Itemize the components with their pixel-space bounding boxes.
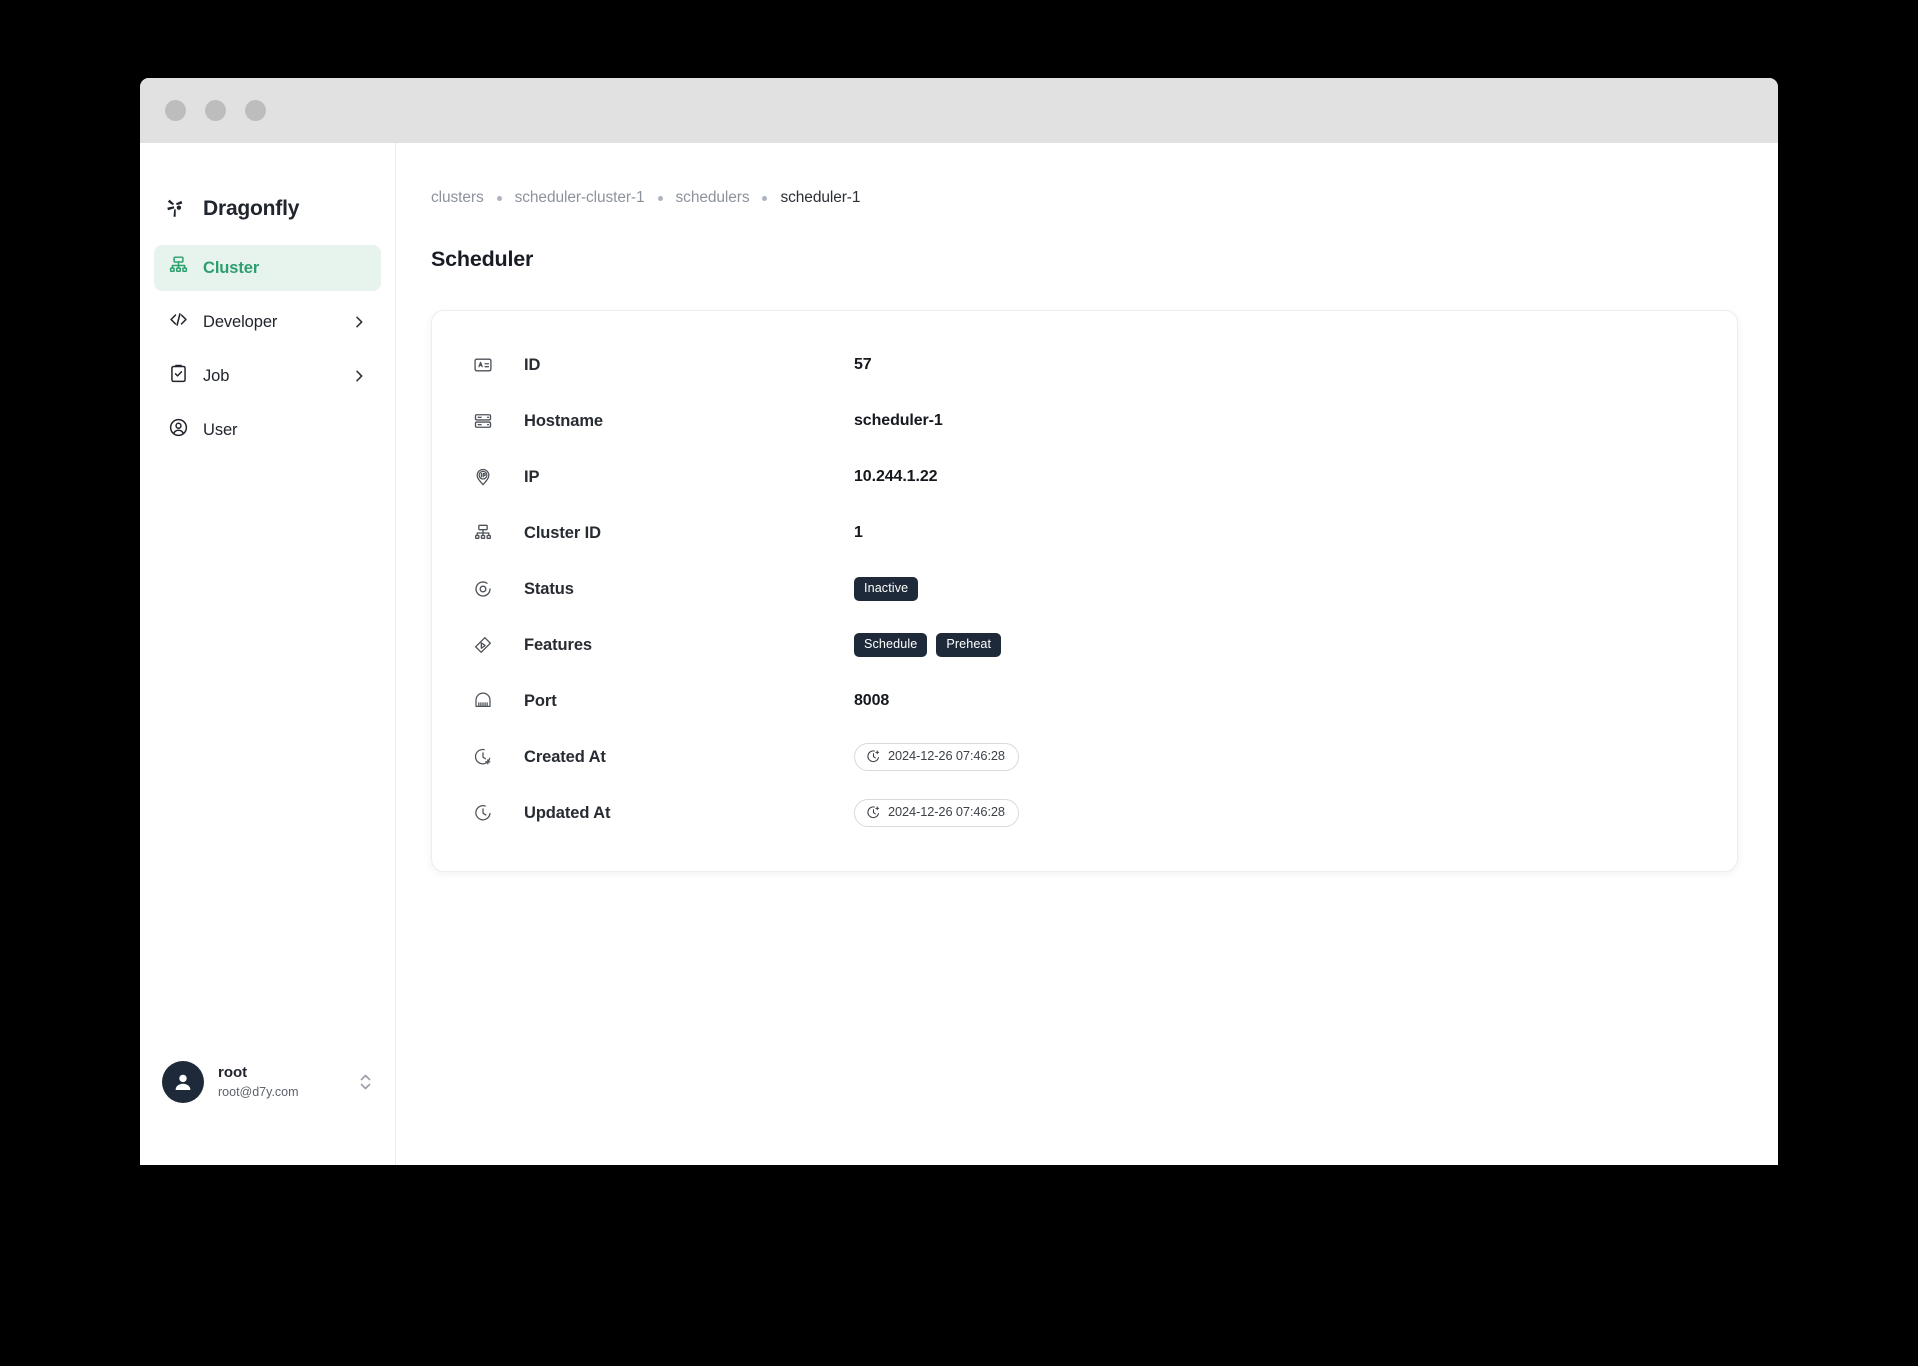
id-card-icon [470, 355, 496, 375]
detail-label: Hostname [524, 411, 603, 430]
breadcrumb-separator [657, 195, 663, 201]
zoom-button[interactable] [245, 100, 266, 121]
sidebar-item-cluster[interactable]: Cluster [154, 245, 381, 291]
ip-pin-icon [470, 467, 496, 487]
detail-value: Inactive [854, 577, 919, 601]
sidebar-item-job[interactable]: Job [154, 353, 381, 399]
chevron-right-icon[interactable] [351, 314, 367, 330]
detail-value: 1 [854, 524, 863, 541]
detail-row-ip: IP 10.244.1.22 [432, 449, 1737, 505]
clock-plus-icon [470, 747, 496, 767]
page-title: Scheduler [431, 247, 534, 271]
breadcrumb: clusters scheduler-cluster-1 schedulers … [431, 187, 1738, 209]
detail-label: Cluster ID [524, 523, 601, 542]
user-meta: root root@d7y.com [218, 1063, 344, 1100]
detail-row-cluster-id: Cluster ID 1 [432, 505, 1737, 561]
brand-name: Dragonfly [203, 197, 300, 220]
close-button[interactable] [165, 100, 186, 121]
breadcrumb-separator [496, 195, 502, 201]
detail-label: Created At [524, 747, 606, 766]
status-badge: Inactive [854, 577, 919, 601]
breadcrumb-item-schedulers[interactable]: schedulers [676, 189, 750, 207]
main-content: clusters scheduler-cluster-1 schedulers … [396, 143, 1778, 1165]
clock-icon [470, 803, 496, 823]
detail-row-hostname: Hostname scheduler-1 [432, 393, 1737, 449]
feature-badge-schedule: Schedule [854, 633, 928, 657]
code-icon [168, 309, 189, 335]
minimize-button[interactable] [205, 100, 226, 121]
avatar [162, 1061, 204, 1103]
scheduler-detail-card: ID 57 Hostname scheduler-1 IP 10.244.1.2… [431, 310, 1738, 872]
detail-value: 10.244.1.22 [854, 468, 938, 485]
detail-row-updated-at: Updated At 2024-12-26 07:46:28 [432, 785, 1737, 841]
detail-row-features: Features Schedule Preheat [432, 617, 1737, 673]
detail-label: Port [524, 691, 557, 710]
features-tag-icon [470, 635, 496, 655]
sidebar-item-label: Job [203, 366, 230, 385]
detail-label: ID [524, 355, 541, 374]
brand[interactable]: Dragonfly [140, 143, 395, 239]
clipboard-check-icon [168, 363, 189, 389]
breadcrumb-separator [762, 195, 768, 201]
sidebar-item-user[interactable]: User [154, 407, 381, 453]
created-at-chip: 2024-12-26 07:46:28 [854, 743, 1019, 771]
created-at-value: 2024-12-26 07:46:28 [888, 748, 1005, 764]
port-icon [470, 691, 496, 711]
sidebar: Dragonfly Cluster Developer Job User roo… [140, 143, 396, 1165]
detail-value: 2024-12-26 07:46:28 [854, 743, 1019, 771]
status-circle-icon [470, 579, 496, 599]
chevron-right-icon[interactable] [351, 368, 367, 384]
detail-row-created-at: Created At 2024-12-26 07:46:28 [432, 729, 1737, 785]
sidebar-item-label: Developer [203, 312, 278, 331]
detail-row-port: Port 8008 [432, 673, 1737, 729]
server-icon [470, 411, 496, 431]
feature-badge-preheat: Preheat [936, 633, 1002, 657]
user-circle-icon [168, 417, 189, 443]
sidebar-item-label: User [203, 420, 238, 439]
detail-value: 2024-12-26 07:46:28 [854, 799, 1019, 827]
detail-label: Features [524, 635, 592, 654]
cluster-icon [470, 523, 496, 543]
detail-row-status: Status Inactive [432, 561, 1737, 617]
user-name: root [218, 1064, 248, 1082]
breadcrumb-item-scheduler-1: scheduler-1 [780, 189, 861, 206]
sidebar-item-developer[interactable]: Developer [154, 299, 381, 345]
user-profile[interactable]: root root@d7y.com [140, 1061, 395, 1103]
user-email: root@d7y.com [218, 1084, 299, 1099]
detail-label: Status [524, 579, 574, 598]
window-body: Dragonfly Cluster Developer Job User roo… [140, 143, 1778, 1165]
sidebar-item-label: Cluster [203, 258, 260, 277]
chevron-up-down-icon[interactable] [358, 1071, 373, 1093]
detail-row-id: ID 57 [432, 337, 1737, 393]
cluster-icon [168, 255, 189, 281]
sidebar-nav: Cluster Developer Job User [140, 245, 395, 461]
dragonfly-logo-icon [162, 194, 188, 225]
detail-label: Updated At [524, 803, 611, 822]
detail-value: 57 [854, 356, 872, 373]
breadcrumb-item-clusters[interactable]: clusters [431, 189, 484, 207]
detail-value: scheduler-1 [854, 412, 943, 429]
app-window: Dragonfly Cluster Developer Job User roo… [140, 78, 1778, 1165]
detail-label: IP [524, 467, 540, 486]
detail-value: 8008 [854, 692, 890, 709]
breadcrumb-item-scheduler-cluster-1[interactable]: scheduler-cluster-1 [515, 189, 645, 207]
updated-at-value: 2024-12-26 07:46:28 [888, 804, 1005, 820]
updated-at-chip: 2024-12-26 07:46:28 [854, 799, 1019, 827]
detail-value: Schedule Preheat [854, 633, 1002, 657]
window-titlebar [140, 78, 1778, 143]
